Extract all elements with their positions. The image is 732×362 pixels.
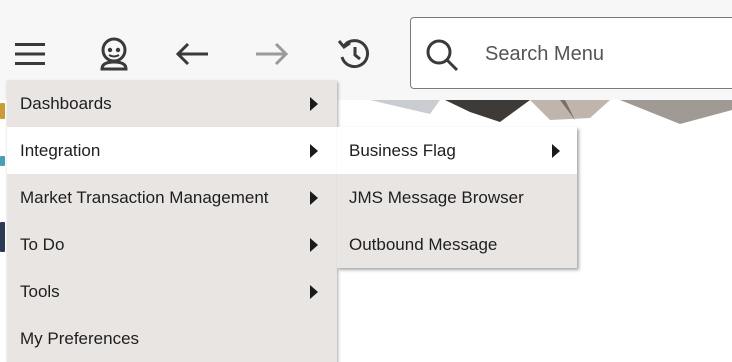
menu-item-label: Integration xyxy=(20,140,101,160)
background-banner-image xyxy=(320,100,732,126)
menu-item-label: To Do xyxy=(20,234,65,254)
caret-right-icon xyxy=(552,144,560,158)
left-edge-marker xyxy=(0,222,5,252)
user-portal-icon[interactable] xyxy=(94,32,134,76)
integration-submenu: Business Flag JMS Message Browser Outbou… xyxy=(337,127,577,268)
caret-right-icon xyxy=(310,144,318,158)
menu-item-label: My Preferences xyxy=(20,328,140,348)
menu-item-label: Market Transaction Management xyxy=(20,187,269,207)
submenu-item-label: Outbound Message xyxy=(349,234,498,254)
menu-item-to-do[interactable]: To Do xyxy=(7,221,337,268)
search-input[interactable] xyxy=(483,36,727,72)
menu-item-my-preferences[interactable]: My Preferences xyxy=(7,315,337,362)
menu-item-label: Tools xyxy=(20,281,60,301)
menu-item-tools[interactable]: Tools xyxy=(7,268,337,315)
main-menu: Dashboards Integration Market Transactio… xyxy=(7,80,337,362)
left-edge-marker xyxy=(0,103,5,119)
hamburger-icon[interactable] xyxy=(10,32,50,76)
menu-item-label: Dashboards xyxy=(20,93,112,113)
menu-item-dashboards[interactable]: Dashboards xyxy=(7,80,337,127)
search-icon xyxy=(426,39,459,72)
submenu-item-jms-message-browser[interactable]: JMS Message Browser xyxy=(337,174,577,221)
history-icon[interactable] xyxy=(334,32,374,76)
arrow-left-icon[interactable] xyxy=(172,32,212,76)
submenu-item-outbound-message[interactable]: Outbound Message xyxy=(337,221,577,268)
submenu-item-business-flag[interactable]: Business Flag xyxy=(337,127,577,174)
search-box[interactable] xyxy=(410,17,732,89)
caret-right-icon xyxy=(310,191,318,205)
submenu-item-label: JMS Message Browser xyxy=(349,187,524,207)
menu-item-market-transaction-management[interactable]: Market Transaction Management xyxy=(7,174,337,221)
arrow-right-icon[interactable] xyxy=(252,32,292,76)
caret-right-icon xyxy=(310,97,318,111)
caret-right-icon xyxy=(310,238,318,252)
menu-item-integration[interactable]: Integration xyxy=(7,127,337,174)
left-edge-marker xyxy=(0,156,5,166)
caret-right-icon xyxy=(310,285,318,299)
submenu-item-label: Business Flag xyxy=(349,140,456,160)
